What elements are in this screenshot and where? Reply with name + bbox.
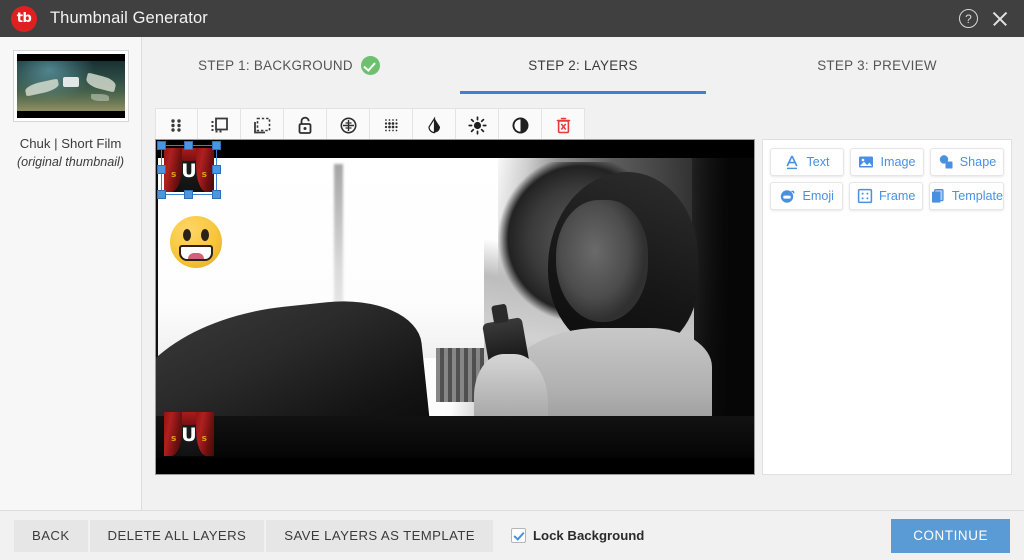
help-circle-icon[interactable]: ?: [959, 9, 978, 28]
resize-handle-top-right[interactable]: [212, 141, 221, 150]
fish-shape: [84, 72, 117, 93]
thumbnail-badge: [62, 77, 79, 88]
smiley-emoji-layer[interactable]: [170, 216, 222, 268]
emoji-tongue: [188, 253, 204, 259]
text-a-icon: [786, 155, 798, 170]
layer-selection-box[interactable]: [157, 141, 221, 199]
step-2-label: STEP 2: LAYERS: [528, 58, 638, 73]
resize-handle-top-left[interactable]: [157, 141, 166, 150]
resize-handle-bottom-right[interactable]: [212, 190, 221, 199]
emoji-mouth: [179, 245, 213, 261]
tab-step-2-layers[interactable]: STEP 2: LAYERS: [436, 37, 730, 94]
layer-canvas[interactable]: U s s U s s: [155, 139, 755, 475]
thumbnail-title: Chuk | Short Film: [19, 136, 122, 151]
emoji-face-icon: [781, 190, 795, 203]
template-layers-icon: [931, 189, 944, 203]
add-text-button[interactable]: Text: [770, 148, 844, 176]
add-template-button[interactable]: Template: [928, 182, 1005, 210]
tab-step-1-background[interactable]: STEP 1: BACKGROUND: [142, 37, 436, 94]
add-frame-label: Frame: [878, 189, 916, 203]
resize-handle-top-center[interactable]: [184, 141, 193, 150]
unlock-icon[interactable]: [284, 108, 327, 143]
app-logo-icon: tb: [11, 5, 37, 32]
resize-handle-bottom-center[interactable]: [184, 190, 193, 199]
original-thumbnail-image: [16, 54, 125, 118]
add-image-button[interactable]: Image: [850, 148, 924, 176]
back-button[interactable]: BACK: [14, 519, 88, 552]
add-shape-label: Shape: [959, 155, 997, 169]
shapes-icon: [939, 155, 953, 169]
step-3-label: STEP 3: PREVIEW: [817, 58, 937, 73]
continue-button[interactable]: CONTINUE: [891, 518, 1010, 553]
thumbnail-subtitle: (original thumbnail): [16, 155, 125, 170]
step-1-label: STEP 1: BACKGROUND: [198, 58, 353, 73]
fish-shape: [23, 78, 60, 97]
step-tabs: STEP 1: BACKGROUND STEP 2: LAYERS STEP 3…: [142, 37, 1024, 94]
add-text-label: Text: [806, 155, 830, 169]
add-image-label: Image: [880, 155, 916, 169]
add-template-label: Template: [951, 189, 1004, 203]
checkbox-check-icon[interactable]: [510, 528, 526, 543]
step-complete-check-icon: [360, 56, 380, 75]
fish-shape: [90, 94, 109, 101]
emoji-eye-left: [183, 229, 191, 241]
delete-all-layers-button[interactable]: DELETE ALL LAYERS: [89, 519, 265, 552]
layer-toolbar: [155, 108, 585, 143]
footer-bar: BACK DELETE ALL LAYERS SAVE LAYERS AS TE…: [0, 510, 1024, 560]
add-emoji-button[interactable]: Emoji: [770, 182, 844, 210]
photo-floor: [156, 416, 754, 458]
add-layer-row-2: Emoji Frame Template: [770, 182, 1005, 210]
window-title: Thumbnail Generator: [50, 9, 208, 27]
delete-trash-icon[interactable]: [542, 108, 585, 143]
title-bar-actions: ?: [959, 9, 1024, 29]
select-layer-icon[interactable]: [241, 108, 284, 143]
resize-handle-middle-right[interactable]: [212, 165, 221, 174]
tab-step-3-preview[interactable]: STEP 3: PREVIEW: [730, 37, 1024, 94]
add-emoji-label: Emoji: [802, 189, 834, 203]
contrast-icon[interactable]: [499, 108, 542, 143]
close-icon[interactable]: [990, 9, 1010, 29]
original-thumbnail-card[interactable]: [12, 50, 129, 122]
frame-icon: [857, 188, 873, 204]
lock-background-label: Lock Background: [532, 528, 645, 543]
move-grid-icon[interactable]: [155, 108, 198, 143]
curtain-ornament-right: s: [201, 434, 207, 444]
photo-girl-face: [556, 200, 648, 322]
resize-handle-bottom-left[interactable]: [157, 190, 166, 199]
water-drop-icon[interactable]: [413, 108, 456, 143]
add-layer-row-1: Text Image Shape: [770, 148, 1004, 176]
title-bar: tb Thumbnail Generator ?: [0, 0, 1024, 37]
resize-handle-middle-left[interactable]: [157, 165, 166, 174]
thumbnail-caption: Chuk | Short Film (original thumbnail): [0, 134, 141, 171]
thumbnail-generator-window: tb Thumbnail Generator ? Chuk | Short Fi…: [0, 0, 1024, 560]
align-center-icon[interactable]: [327, 108, 370, 143]
add-shape-button[interactable]: Shape: [930, 148, 1004, 176]
image-picture-icon: [859, 156, 874, 168]
emoji-eye-right: [201, 229, 209, 241]
sidebar: Chuk | Short Film (original thumbnail): [0, 37, 142, 510]
brightness-sun-icon[interactable]: [456, 108, 499, 143]
duplicate-layer-icon[interactable]: [198, 108, 241, 143]
lock-background-checkbox[interactable]: Lock Background: [510, 528, 645, 543]
add-frame-button[interactable]: Frame: [849, 182, 923, 210]
curtain-u-logo-layer-2[interactable]: U s s: [164, 412, 214, 456]
halftone-dots-icon[interactable]: [370, 108, 413, 143]
save-layers-as-template-button[interactable]: SAVE LAYERS AS TEMPLATE: [266, 519, 493, 552]
background-photo: [156, 158, 754, 458]
curtain-ornament-left: s: [171, 434, 177, 444]
add-layer-panel: Text Image Shape Emoji Frame Template: [762, 139, 1012, 475]
